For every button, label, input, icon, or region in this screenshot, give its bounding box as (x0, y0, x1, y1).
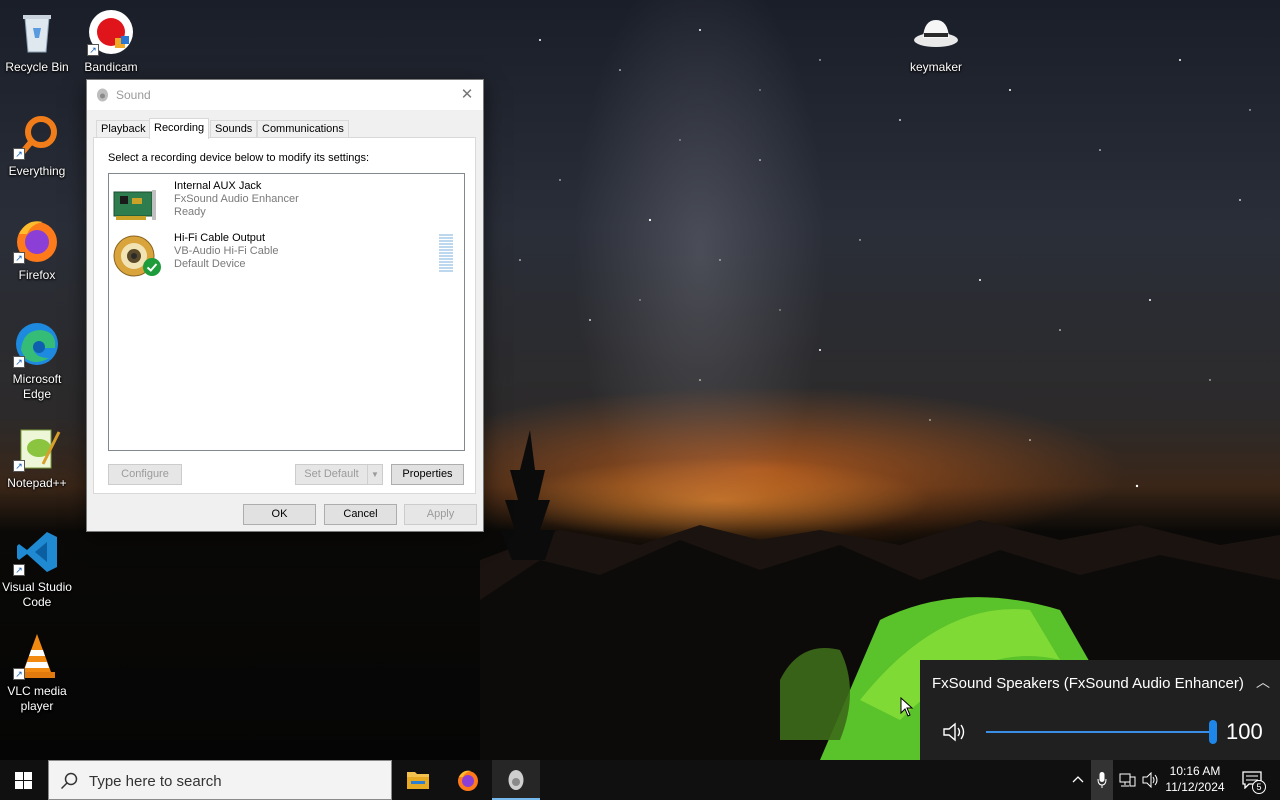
desktop-icon-label: VLC media player (7, 684, 67, 713)
cancel-button[interactable]: Cancel (324, 504, 397, 525)
desktop-icon-label: Visual Studio Code (2, 580, 72, 609)
taskbar-search-box[interactable]: Type here to search (48, 760, 392, 800)
device-name: Hi-Fi Cable Output (174, 232, 266, 244)
desktop-icon-label: keymaker (909, 60, 962, 74)
sound-dialog: Sound ✕ Playback Recording Sounds Commun… (86, 79, 484, 532)
taskbar: Type here to search 10:16 AM 11/12/2024 (0, 760, 1280, 800)
set-default-label: Set Default (304, 468, 359, 480)
network-tray-button[interactable] (1116, 760, 1138, 800)
taskbar-file-explorer[interactable] (394, 760, 442, 800)
close-button[interactable]: ✕ (451, 80, 483, 110)
tab-recording[interactable]: Recording (149, 118, 210, 139)
notification-count-badge: 5 (1252, 780, 1266, 794)
edge-icon: ↗ (13, 320, 61, 368)
tab-playback[interactable]: Playback (96, 120, 151, 138)
desktop-icon-label: Bandicam (84, 60, 138, 74)
network-icon (1119, 773, 1136, 787)
search-placeholder: Type here to search (89, 773, 222, 790)
search-icon (60, 772, 78, 790)
device-status: Default Device (174, 258, 246, 270)
speaker-volume-icon (1142, 772, 1158, 788)
speaker-volume-icon[interactable] (942, 721, 968, 743)
show-hidden-icons-button[interactable] (1070, 760, 1086, 800)
desktop-icon-everything[interactable]: ↗ Everything (0, 112, 74, 179)
tab-sounds[interactable]: Sounds (210, 120, 258, 138)
clock-date: 11/12/2024 (1165, 780, 1225, 794)
clock-time: 10:16 AM (1169, 764, 1221, 778)
shortcut-arrow-icon: ↗ (13, 564, 25, 576)
chevron-up-icon[interactable]: ︿ (1256, 672, 1270, 692)
desktop-icon-vlc[interactable]: ↗ VLC media player (0, 632, 74, 714)
tab-communications[interactable]: Communications (257, 120, 349, 138)
desktop-icon-label: Firefox (18, 268, 56, 282)
bandicam-icon: ↗ (87, 8, 135, 56)
device-driver: FxSound Audio Enhancer (174, 193, 299, 205)
default-device-check-icon (143, 258, 161, 276)
device-item-internal-aux-jack[interactable]: Internal AUX Jack FxSound Audio Enhancer… (109, 178, 464, 228)
microphone-tray-button[interactable] (1091, 760, 1113, 800)
sound-card-icon (113, 190, 156, 220)
apply-button[interactable]: Apply (404, 504, 477, 525)
taskbar-firefox[interactable] (444, 760, 492, 800)
desktop-icon-label: Everything (8, 164, 66, 178)
firefox-icon: ↗ (13, 216, 61, 264)
desktop-icon-bandicam[interactable]: ↗ Bandicam (74, 8, 148, 75)
instruction-text: Select a recording device below to modif… (108, 152, 370, 164)
shortcut-arrow-icon: ↗ (13, 252, 25, 264)
level-meter (439, 234, 453, 274)
notepad-plus-plus-icon: ↗ (13, 424, 61, 472)
start-button[interactable] (0, 760, 48, 800)
desktop-icon-recycle-bin[interactable]: Recycle Bin (0, 8, 74, 75)
device-status: Ready (174, 206, 206, 218)
volume-slider-fill (986, 731, 1213, 733)
dialog-titlebar[interactable]: Sound ✕ (87, 80, 483, 110)
system-clock[interactable]: 10:16 AM 11/12/2024 (1160, 763, 1230, 795)
volume-value: 100 (1226, 719, 1263, 744)
desktop-icon-label: Notepad++ (7, 476, 67, 490)
windows-logo-icon (15, 772, 32, 789)
shortcut-arrow-icon: ↗ (13, 668, 25, 680)
desktop-icon-firefox[interactable]: ↗ Firefox (0, 216, 74, 283)
dropdown-arrow-icon[interactable]: ▼ (367, 465, 382, 484)
magnifier-orange-icon: ↗ (13, 112, 61, 160)
shortcut-arrow-icon: ↗ (13, 460, 25, 472)
taskbar-sound-settings[interactable] (492, 760, 540, 800)
vscode-icon: ↗ (13, 528, 61, 576)
mouse-cursor-icon (900, 697, 914, 717)
volume-flyout: FxSound Speakers (FxSound Audio Enhancer… (920, 660, 1280, 760)
desktop-icon-notepad-plus-plus[interactable]: ↗ Notepad++ (0, 424, 74, 491)
dialog-title: Sound (116, 88, 151, 102)
white-hat-icon (912, 8, 960, 56)
desktop-icon-microsoft-edge[interactable]: ↗ Microsoft Edge (0, 320, 74, 402)
desktop-icon-keymaker[interactable]: keymaker (899, 8, 973, 75)
ok-button[interactable]: OK (243, 504, 316, 525)
action-center-button[interactable]: 5 (1236, 760, 1272, 800)
desktop-icon-vscode[interactable]: ↗ Visual Studio Code (0, 528, 74, 610)
desktop-icon-label: Recycle Bin (5, 60, 69, 74)
desktop-icon-label: Microsoft Edge (12, 372, 62, 401)
set-default-button[interactable]: Set Default ▼ (295, 464, 383, 485)
shortcut-arrow-icon: ↗ (87, 44, 99, 56)
recording-device-list[interactable]: Internal AUX Jack FxSound Audio Enhancer… (108, 173, 465, 451)
volume-tray-button[interactable] (1140, 760, 1162, 800)
recycle-bin-icon (13, 8, 61, 56)
firefox-icon (458, 770, 478, 791)
shortcut-arrow-icon: ↗ (13, 148, 25, 160)
device-item-hi-fi-cable-output[interactable]: Hi-Fi Cable Output VB-Audio Hi-Fi Cable … (109, 230, 464, 280)
volume-slider-thumb[interactable] (1209, 720, 1217, 744)
vlc-cone-icon: ↗ (13, 632, 61, 680)
microphone-icon (1097, 772, 1107, 788)
device-driver: VB-Audio Hi-Fi Cable (174, 245, 279, 257)
shortcut-arrow-icon: ↗ (13, 356, 25, 368)
properties-button[interactable]: Properties (391, 464, 464, 485)
configure-button[interactable]: Configure (108, 464, 182, 485)
speaker-icon (508, 770, 524, 790)
volume-slider[interactable] (986, 720, 1217, 744)
chevron-up-icon (1072, 776, 1084, 783)
device-name: Internal AUX Jack (174, 180, 262, 192)
speaker-icon (97, 88, 108, 102)
recording-tab-panel: Select a recording device below to modif… (93, 137, 476, 494)
folder-icon (407, 772, 429, 789)
playback-device-name[interactable]: FxSound Speakers (FxSound Audio Enhancer… (932, 675, 1244, 692)
